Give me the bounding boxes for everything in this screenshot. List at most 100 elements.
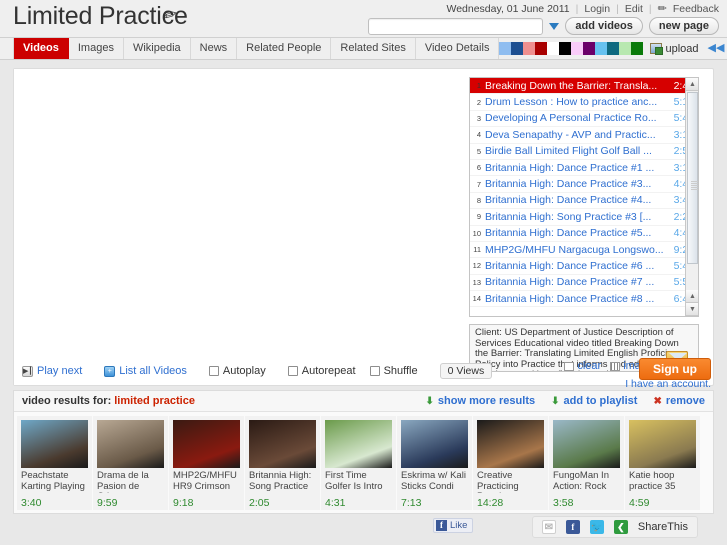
tab-videos[interactable]: Videos <box>13 38 69 59</box>
video-thumbnail[interactable] <box>173 420 240 468</box>
color-swatch-4[interactable] <box>547 42 560 55</box>
add-to-playlist-button[interactable]: ⬇ add to playlist <box>551 395 637 407</box>
playlist-item[interactable]: 1 Breaking Down the Barrier: Transla... 2:… <box>470 78 698 95</box>
video-thumbnail[interactable] <box>477 420 544 468</box>
tab-images[interactable]: Images <box>69 38 124 59</box>
login-link[interactable]: Login <box>584 3 610 15</box>
playlist-item[interactable]: 2 Drum Lesson : How to practice anc... 5:1… <box>470 94 698 111</box>
video-duration: 14:28 <box>477 497 504 509</box>
search-input[interactable] <box>368 17 544 35</box>
color-swatch-6[interactable] <box>571 42 584 55</box>
list-all-videos-button[interactable]: + List all Videos <box>104 365 187 377</box>
rewind-icon[interactable]: ◀◀ <box>708 43 725 54</box>
play-next-button[interactable]: ▶┃ Play next <box>22 365 82 377</box>
playlist-scrollbar[interactable]: ▲ ▲ ▼ <box>685 78 698 316</box>
video-thumbnail[interactable] <box>97 420 164 468</box>
video-player-area[interactable] <box>14 69 476 385</box>
playlist-item[interactable]: 6 Britannia High: Dance Practice #1 ... 3:… <box>470 160 698 177</box>
playlist-item[interactable]: 12 Britannia High: Dance Practice #6 ... 5… <box>470 258 698 275</box>
video-thumbnail[interactable] <box>249 420 316 468</box>
playlist-title[interactable]: Britannia High: Dance Practice #1 ... <box>485 162 674 174</box>
color-swatch-7[interactable] <box>583 42 596 55</box>
playlist-title[interactable]: Developing A Personal Practice Ro... <box>485 112 674 124</box>
color-swatch-5[interactable] <box>559 42 572 55</box>
playlist-item[interactable]: 13 Britannia High: Dance Practice #7 ... 5… <box>470 275 698 292</box>
video-result-card[interactable]: First Time Golfer Is Intro 4:31 <box>321 416 396 510</box>
video-thumbnail[interactable] <box>553 420 620 468</box>
video-result-card[interactable]: Britannia High: Song Practice 2:05 <box>245 416 320 510</box>
clear-button[interactable]: clear <box>564 360 601 372</box>
remove-button[interactable]: ✖ remove <box>653 395 705 407</box>
upload-button[interactable]: upload <box>650 43 699 55</box>
share-bar[interactable]: ✉ f 🐦 ❮ ShareThis <box>531 516 698 538</box>
add-videos-button[interactable]: add videos <box>565 17 643 35</box>
facebook-icon[interactable]: f <box>565 520 580 534</box>
video-thumbnail[interactable] <box>629 420 696 468</box>
playlist-title[interactable]: Britannia High: Dance Practice #4... <box>485 194 674 206</box>
tab-video-details[interactable]: Video Details <box>416 38 500 59</box>
color-swatch-8[interactable] <box>595 42 608 55</box>
playlist-title[interactable]: Deva Senapathy - AVP and Practic... <box>485 129 674 141</box>
video-result-card[interactable]: MHP2G/MHFU HR9 Crimson 9:18 <box>169 416 244 510</box>
video-duration: 4:31 <box>325 497 346 509</box>
playlist-item[interactable]: 11 MHP2G/MHFU Nargacuga Longswo... 9:29 <box>470 242 698 259</box>
scrollbar-thumb[interactable] <box>687 92 698 264</box>
video-thumbnail[interactable] <box>21 420 88 468</box>
color-swatch-1[interactable] <box>511 42 524 55</box>
video-thumbnail[interactable] <box>325 420 392 468</box>
sharethis-icon[interactable]: ❮ <box>613 520 628 534</box>
show-more-results-button[interactable]: ⬇ show more results <box>426 395 536 407</box>
video-result-card[interactable]: Peachstate Karting Playing 3:40 <box>17 416 92 510</box>
video-result-card[interactable]: Creative Practicing Practice 14:28 <box>473 416 548 510</box>
signup-button[interactable]: Sign up <box>639 358 711 380</box>
color-swatch-11[interactable] <box>631 42 644 55</box>
playlist-item[interactable]: 10 Britannia High: Dance Practice #5... 4:… <box>470 226 698 242</box>
playlist-item[interactable]: 5 Birdie Ball Limited Flight Golf Ball ..… <box>470 144 698 160</box>
tab-related-people[interactable]: Related People <box>237 38 332 59</box>
playlist-item[interactable]: 4 Deva Senapathy - AVP and Practic... 3:13 <box>470 127 698 144</box>
have-account-link[interactable]: I have an account. <box>625 378 711 390</box>
shuffle-checkbox[interactable]: Shuffle <box>369 365 418 377</box>
tab-related-sites[interactable]: Related Sites <box>331 38 416 59</box>
playlist-title[interactable]: MHP2G/MHFU Nargacuga Longswo... <box>485 244 674 256</box>
video-result-card[interactable]: Katie hoop practice 35 4:59 <box>625 416 700 510</box>
autoplay-checkbox[interactable]: Autoplay <box>208 365 266 377</box>
mail-icon[interactable]: ✉ <box>541 520 556 534</box>
video-thumbnail[interactable] <box>401 420 468 468</box>
playlist-item[interactable]: 7 Britannia High: Dance Practice #3... 4:4… <box>470 176 698 193</box>
search-row: add videos new page <box>368 17 719 35</box>
color-swatch-0[interactable] <box>499 42 512 55</box>
tab-wikipedia[interactable]: Wikipedia <box>124 38 191 59</box>
playlist-title[interactable]: Britannia High: Dance Practice #5... <box>485 227 674 239</box>
playlist-title[interactable]: Britannia High: Dance Practice #3... <box>485 178 674 190</box>
feedback-link[interactable]: Feedback <box>673 3 719 15</box>
video-result-card[interactable]: FungoMan In Action: Rock 3:58 <box>549 416 624 510</box>
playlist-title[interactable]: Breaking Down the Barrier: Transla... <box>485 80 674 92</box>
scroll-down-arrow[interactable]: ▼ <box>686 303 698 316</box>
playlist-item[interactable]: 3 Developing A Personal Practice Ro... 5:4… <box>470 111 698 128</box>
scroll-up-arrow-bottom[interactable]: ▲ <box>686 290 698 303</box>
new-page-button[interactable]: new page <box>648 17 719 35</box>
playlist-title[interactable]: Britannia High: Dance Practice #8 ... <box>485 293 674 305</box>
twitter-icon[interactable]: 🐦 <box>589 520 604 534</box>
color-swatch-10[interactable] <box>619 42 632 55</box>
playlist-item[interactable]: 9 Britannia High: Song Practice #3 [... 2:… <box>470 209 698 226</box>
chevron-down-icon[interactable] <box>549 22 560 30</box>
color-swatch-3[interactable] <box>535 42 548 55</box>
video-result-card[interactable]: Drama de la Pasion de Cristo 9:59 <box>93 416 168 510</box>
color-swatch-9[interactable] <box>607 42 620 55</box>
autorepeat-checkbox[interactable]: Autorepeat <box>287 365 356 377</box>
playlist-title[interactable]: Britannia High: Song Practice #3 [... <box>485 211 674 223</box>
color-swatch-2[interactable] <box>523 42 536 55</box>
scroll-up-arrow[interactable]: ▲ <box>686 78 698 91</box>
playlist-title[interactable]: Birdie Ball Limited Flight Golf Ball ... <box>485 145 674 157</box>
playlist-title[interactable]: Drum Lesson : How to practice anc... <box>485 96 674 108</box>
edit-link[interactable]: Edit <box>625 3 643 15</box>
playlist-item[interactable]: 8 Britannia High: Dance Practice #4... 3:4… <box>470 193 698 210</box>
tab-news[interactable]: News <box>191 38 238 59</box>
video-result-card[interactable]: Eskrima w/ Kali Sticks Condi 7:13 <box>397 416 472 510</box>
playlist-title[interactable]: Britannia High: Dance Practice #7 ... <box>485 276 674 288</box>
playlist-item[interactable]: 14 Britannia High: Dance Practice #8 ... 6… <box>470 291 698 308</box>
playlist-title[interactable]: Britannia High: Dance Practice #6 ... <box>485 260 674 272</box>
facebook-like-button[interactable]: f Like <box>433 518 474 533</box>
